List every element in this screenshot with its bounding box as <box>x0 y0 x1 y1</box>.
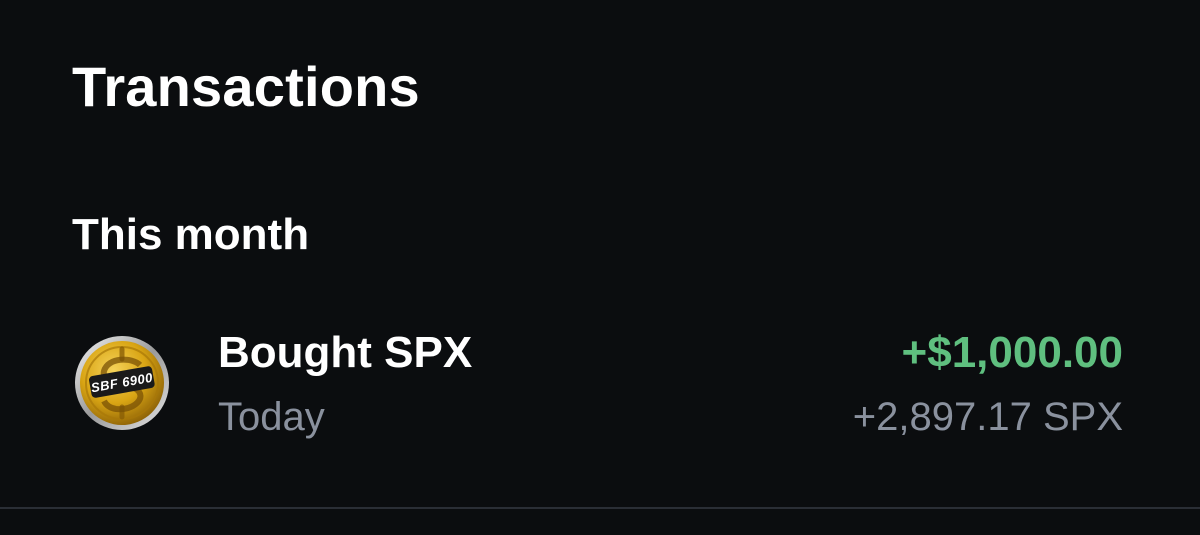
transaction-fiat-amount: +$1,000.00 <box>901 328 1123 377</box>
transaction-row[interactable]: SBF 6900 Bought SPX Today +$1,000.00 +2,… <box>0 300 1200 470</box>
transaction-title: Bought SPX <box>218 328 473 377</box>
transaction-crypto-amount: +2,897.17 SPX <box>852 395 1123 439</box>
transaction-date: Today <box>218 395 325 439</box>
section-title-this-month: This month <box>72 210 310 259</box>
spx-coin-icon: SBF 6900 <box>75 336 169 430</box>
page-title: Transactions <box>72 55 420 118</box>
divider <box>0 507 1200 509</box>
